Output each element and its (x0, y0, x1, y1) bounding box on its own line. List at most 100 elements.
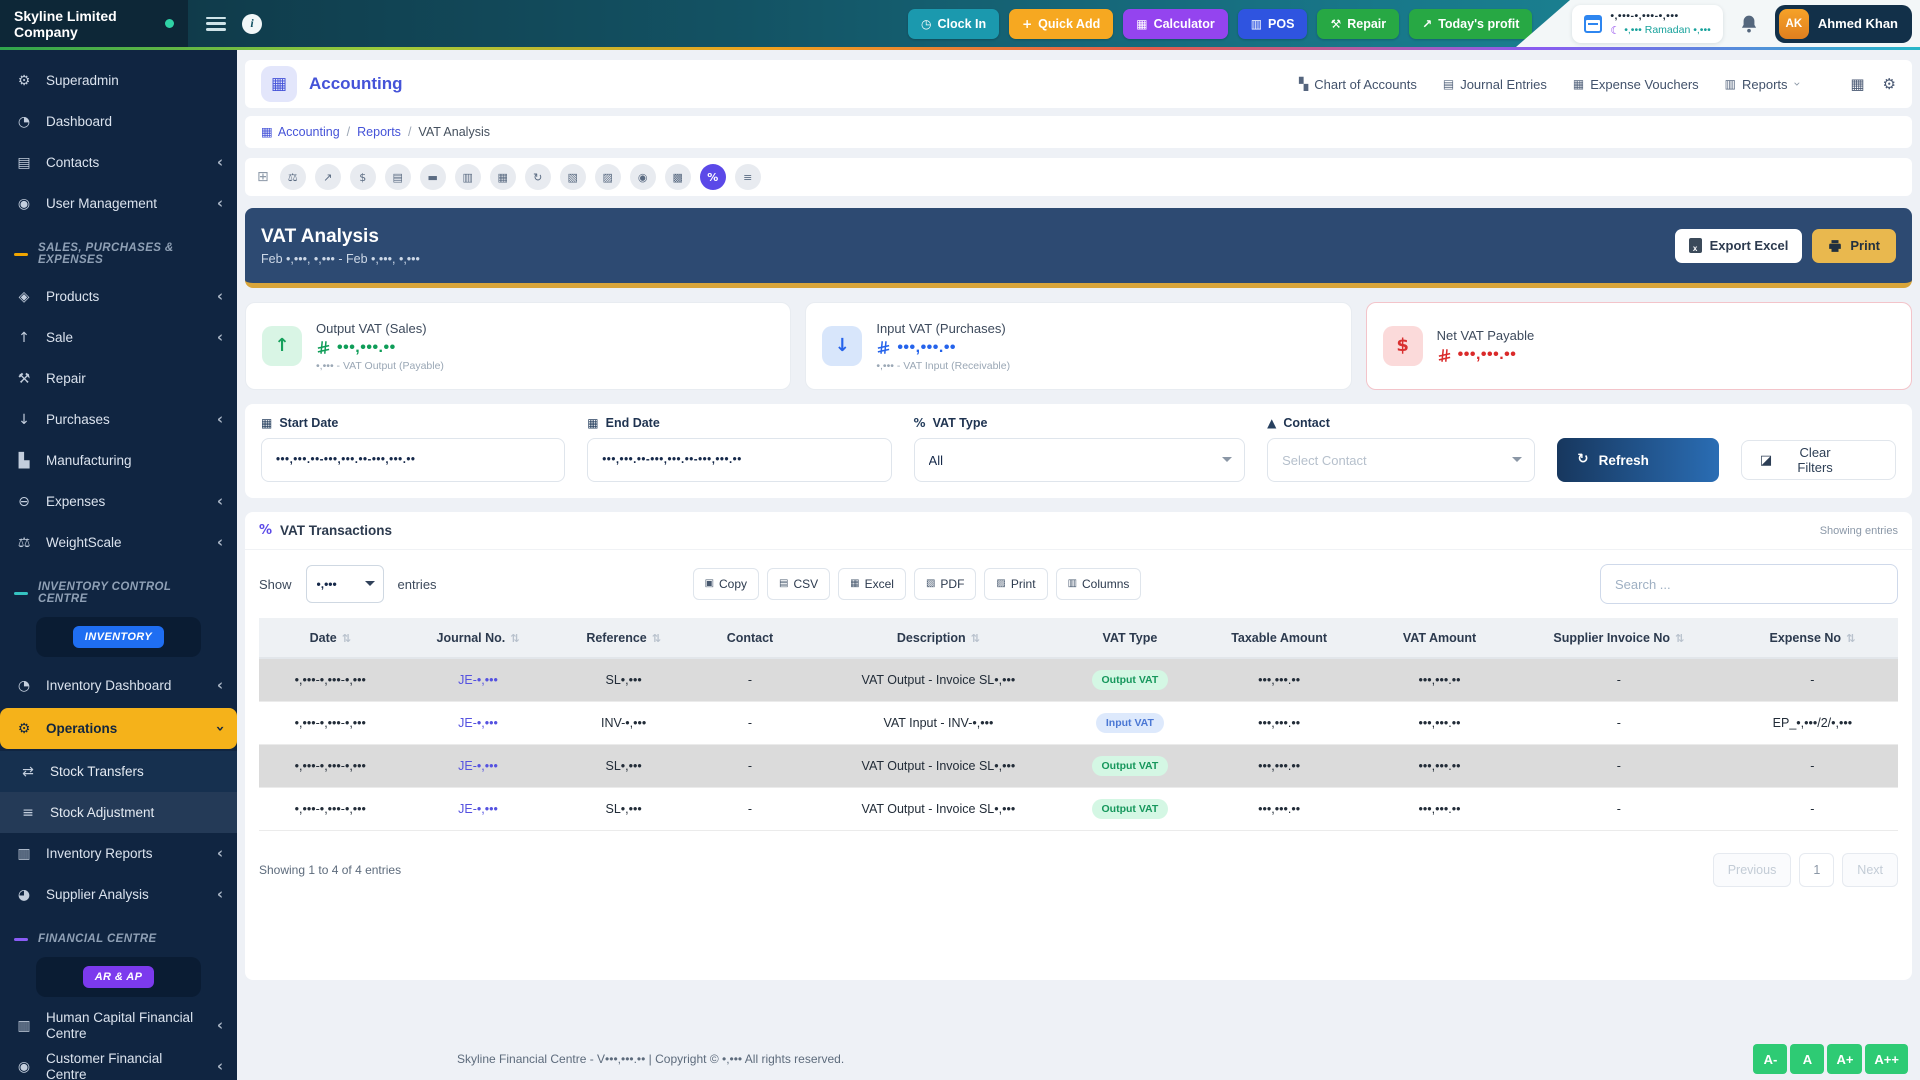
toolbar-icon-11[interactable]: ◉ (630, 164, 656, 190)
badge-inventory[interactable]: INVENTORY (73, 626, 164, 648)
breadcrumb-accounting[interactable]: ▦ Accounting (261, 125, 340, 139)
export-excel-button[interactable]: x Export Excel (1675, 229, 1803, 263)
nav-reports[interactable]: ▥Reports‹ (1725, 77, 1799, 92)
pdf-button[interactable]: ▧PDF (914, 568, 976, 600)
sidebar-item-expenses[interactable]: ⊖Expenses‹ (0, 481, 237, 522)
sidebar-item-human-capital-financial-centre[interactable]: ▥Human Capital Financial Centre‹ (0, 1005, 237, 1046)
excel-button[interactable]: ▦Excel (838, 568, 906, 600)
chevron-down-icon: ‹ (1790, 82, 1802, 87)
sort-icon[interactable]: ⇅ (342, 632, 351, 645)
sidebar-item-products[interactable]: ◈Products‹ (0, 276, 237, 317)
end-date-input[interactable] (587, 438, 891, 482)
column-header-journal-no[interactable]: Journal No.⇅ (402, 618, 555, 658)
sidebar-item-superadmin[interactable]: ⚙Superadmin (0, 60, 237, 101)
copy-button[interactable]: ▣Copy (693, 568, 759, 600)
toolbar-icon-8[interactable]: ↻ (525, 164, 551, 190)
start-date-input[interactable] (261, 438, 565, 482)
sidebar-item-repair[interactable]: ⚒Repair (0, 358, 237, 399)
sort-icon[interactable]: ⇅ (652, 632, 661, 645)
toolbar-icon-13-active[interactable]: % (700, 164, 726, 190)
previous-page-button[interactable]: Previous (1713, 853, 1792, 887)
column-header-expense-no[interactable]: Expense No⇅ (1727, 618, 1898, 658)
toolbar-icon-5[interactable]: ▬ (420, 164, 446, 190)
nav-journal-entries[interactable]: ▤Journal Entries (1443, 77, 1547, 92)
page-size-select[interactable]: •,••• (306, 565, 384, 603)
sidebar-item-contacts[interactable]: ▤Contacts‹ (0, 142, 237, 183)
column-header-vat-amount[interactable]: VAT Amount (1368, 618, 1511, 658)
sort-icon[interactable]: ⇅ (510, 632, 519, 645)
next-page-button[interactable]: Next (1842, 853, 1898, 887)
sidebar-item-supplier-analysis[interactable]: ◕Supplier Analysis‹ (0, 874, 237, 915)
repair-button[interactable]: ⚒Repair (1317, 9, 1399, 39)
csv-button[interactable]: ▤CSV (767, 568, 830, 600)
refresh-button[interactable]: ↻ Refresh (1557, 438, 1719, 482)
sidebar-item-user-management[interactable]: ◉User Management‹ (0, 183, 237, 224)
sidebar-item-stock-transfers[interactable]: ⇄Stock Transfers (0, 751, 237, 792)
badge-ar-ap[interactable]: AR & AP (83, 966, 155, 988)
sidebar-item-inventory-dashboard[interactable]: ◔Inventory Dashboard‹ (0, 665, 237, 706)
sidebar-item-stock-adjustment[interactable]: ≡Stock Adjustment (0, 792, 237, 833)
hamburger-menu-icon[interactable] (206, 17, 226, 31)
nav-chart-of-accounts[interactable]: ▚Chart of Accounts (1299, 77, 1417, 92)
today-s-profit-button[interactable]: ↗Today's profit (1409, 9, 1532, 39)
sort-icon[interactable]: ⇅ (971, 632, 980, 645)
journal-link[interactable]: JE-•,••• (458, 716, 498, 730)
print-button[interactable]: Print (1812, 229, 1896, 263)
date-widget[interactable]: •,•••-•,•••-•,••• ☾ •,••• Ramadan •,••• (1572, 5, 1722, 43)
toolbar-icon-2[interactable]: ↗ (315, 164, 341, 190)
column-header-supplier-invoice-no[interactable]: Supplier Invoice No⇅ (1511, 618, 1727, 658)
column-header-date[interactable]: Date⇅ (259, 618, 402, 658)
journal-link[interactable]: JE-•,••• (458, 759, 498, 773)
toolbar-icon-9[interactable]: ▧ (560, 164, 586, 190)
info-icon[interactable]: i (242, 14, 262, 34)
toolbar-icon-7[interactable]: ▦ (490, 164, 516, 190)
breadcrumb-reports[interactable]: Reports (357, 125, 401, 139)
journal-link[interactable]: JE-•,••• (458, 802, 498, 816)
sidebar-item-customer-financial-centre[interactable]: ◉Customer Financial Centre‹ (0, 1046, 237, 1080)
quick-add-button[interactable]: +Quick Add (1009, 9, 1113, 39)
toolbar-icon-1[interactable]: ⚖ (280, 164, 306, 190)
sort-icon[interactable]: ⇅ (1675, 632, 1684, 645)
font-size-a[interactable]: A- (1753, 1044, 1787, 1074)
toolbar-icon-14[interactable]: ≡ (735, 164, 761, 190)
sort-icon[interactable]: ⇅ (1846, 632, 1855, 645)
toolbar-icon-12[interactable]: ▩ (665, 164, 691, 190)
toolbar-icon-4[interactable]: ▤ (385, 164, 411, 190)
journal-link[interactable]: JE-•,••• (458, 673, 498, 687)
contact-select[interactable]: Select Contact (1267, 438, 1535, 482)
sidebar-item-manufacturing[interactable]: ▙Manufacturing (0, 440, 237, 481)
toolbar-icon-3[interactable]: $ (350, 164, 376, 190)
sidebar-item-dashboard[interactable]: ◔Dashboard (0, 101, 237, 142)
sidebar-item-purchases[interactable]: ↓Purchases‹ (0, 399, 237, 440)
font-size-a[interactable]: A+ (1827, 1044, 1862, 1074)
calendar-icon[interactable]: ▦ (1850, 77, 1864, 92)
vat-type-select[interactable]: All (914, 438, 1246, 482)
sidebar-item-operations[interactable]: ⚙Operations‹ (0, 708, 237, 749)
sidebar-item-sale[interactable]: ↑Sale‹ (0, 317, 237, 358)
columns-button[interactable]: ▥Columns (1056, 568, 1142, 600)
pos-button[interactable]: ▥POS (1238, 9, 1308, 39)
clock-in-button[interactable]: ◷Clock In (908, 9, 999, 39)
column-header-description[interactable]: Description⇅ (807, 618, 1070, 658)
font-size-a[interactable]: A (1790, 1044, 1824, 1074)
print-button[interactable]: ▨Print (984, 568, 1047, 600)
cell-description: VAT Output - Invoice SL•,••• (807, 787, 1070, 830)
toolbar-icon-6[interactable]: ▥ (455, 164, 481, 190)
toolbar-icon-10[interactable]: ▨ (595, 164, 621, 190)
grid-icon[interactable]: ⊞ (257, 170, 269, 184)
search-input[interactable] (1600, 564, 1898, 604)
column-header-reference[interactable]: Reference⇅ (554, 618, 693, 658)
notifications-bell-icon[interactable] (1739, 13, 1759, 35)
clear-filters-button[interactable]: ◪ Clear Filters (1741, 440, 1896, 480)
user-menu[interactable]: AK Ahmed Khan (1775, 5, 1912, 43)
sidebar-item-weightscale[interactable]: ⚖WeightScale‹ (0, 522, 237, 563)
gear-icon[interactable]: ⚙ (1883, 77, 1896, 92)
font-size-a[interactable]: A++ (1865, 1044, 1908, 1074)
nav-expense-vouchers[interactable]: ▦Expense Vouchers (1573, 77, 1699, 92)
column-header-taxable-amount[interactable]: Taxable Amount (1190, 618, 1368, 658)
sidebar-item-inventory-reports[interactable]: ▥Inventory Reports‹ (0, 833, 237, 874)
column-header-vat-type[interactable]: VAT Type (1070, 618, 1190, 658)
page-number-button[interactable]: 1 (1799, 853, 1834, 887)
calculator-button[interactable]: ▦Calculator (1123, 9, 1227, 39)
column-header-contact[interactable]: Contact (693, 618, 807, 658)
